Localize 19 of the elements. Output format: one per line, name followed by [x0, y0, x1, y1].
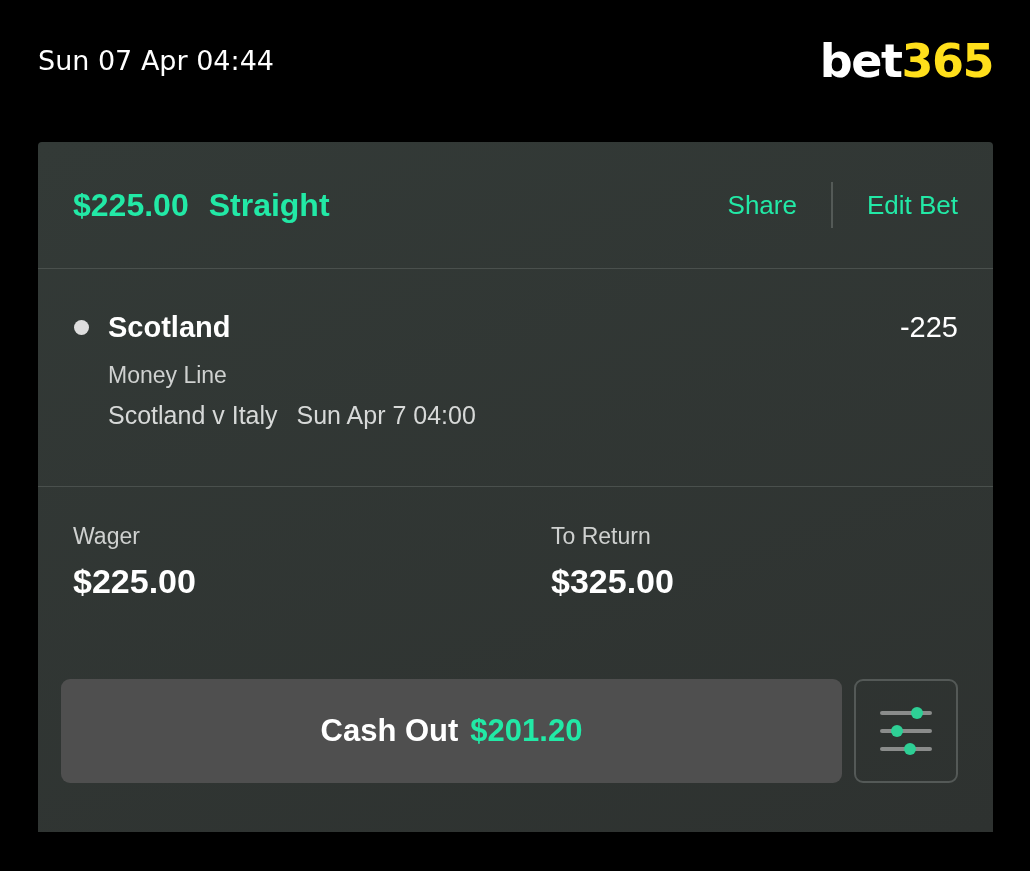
- odds: -225: [899, 310, 958, 345]
- logo: bet365: [819, 36, 993, 86]
- cash-out-button[interactable]: Cash Out $201.20: [61, 679, 842, 783]
- summary-label: Wager: [73, 522, 140, 551]
- selection-name: Scotland: [108, 310, 231, 345]
- event-time: Sun Apr 7 04:00: [296, 400, 476, 431]
- status-time: Sun 07 Apr 04:44: [38, 44, 274, 78]
- market-name: Money Line: [108, 361, 228, 390]
- bet-type: Straight: [208, 186, 330, 225]
- summary-value: $325.00: [551, 561, 674, 601]
- action-link[interactable]: Share: [727, 188, 797, 222]
- bullet-icon: [74, 319, 89, 335]
- summary-value: $225.00: [73, 561, 196, 601]
- event-name: Scotland v Italy: [108, 400, 278, 431]
- summary-label: To Return: [551, 522, 651, 551]
- settings-button[interactable]: [854, 679, 958, 783]
- stake-amount: $225.00: [73, 186, 189, 225]
- action-link[interactable]: Edit Bet: [866, 188, 958, 222]
- sliders-icon: [880, 706, 932, 756]
